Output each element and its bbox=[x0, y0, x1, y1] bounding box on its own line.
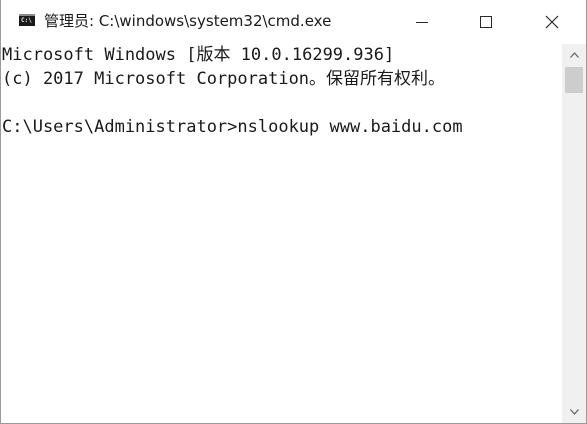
console-line: Microsoft Windows [版本 10.0.16299.936] bbox=[2, 45, 395, 65]
console-line: (c) 2017 Microsoft Corporation。保留所有权利。 bbox=[2, 69, 446, 89]
close-icon bbox=[545, 15, 559, 29]
command-prompt-line[interactable]: C:\Users\Administrator>nslookup www.baid… bbox=[2, 115, 463, 139]
vertical-scrollbar[interactable] bbox=[562, 44, 586, 423]
window-title: 管理员: C:\windows\system32\cmd.exe bbox=[44, 12, 332, 30]
scroll-up-button[interactable] bbox=[562, 44, 586, 66]
scroll-down-arrow-icon bbox=[569, 409, 579, 415]
cmd-icon[interactable]: C:\ bbox=[19, 14, 35, 26]
maximize-icon bbox=[480, 16, 492, 28]
scroll-down-button[interactable] bbox=[562, 401, 586, 423]
minimize-button[interactable] bbox=[399, 0, 445, 44]
minimize-icon bbox=[416, 21, 428, 23]
cmd-window: C:\ 管理员: C:\windows\system32\cmd.exe Mic… bbox=[0, 0, 587, 424]
maximize-button[interactable] bbox=[463, 0, 509, 44]
title-bar[interactable]: C:\ 管理员: C:\windows\system32\cmd.exe bbox=[1, 0, 586, 44]
scroll-up-arrow-icon bbox=[569, 52, 579, 58]
scrollbar-thumb[interactable] bbox=[565, 67, 583, 93]
console-output[interactable]: Microsoft Windows [版本 10.0.16299.936] (c… bbox=[1, 44, 561, 423]
cmd-icon-glyph: C:\ bbox=[21, 17, 32, 24]
close-button[interactable] bbox=[529, 0, 575, 44]
